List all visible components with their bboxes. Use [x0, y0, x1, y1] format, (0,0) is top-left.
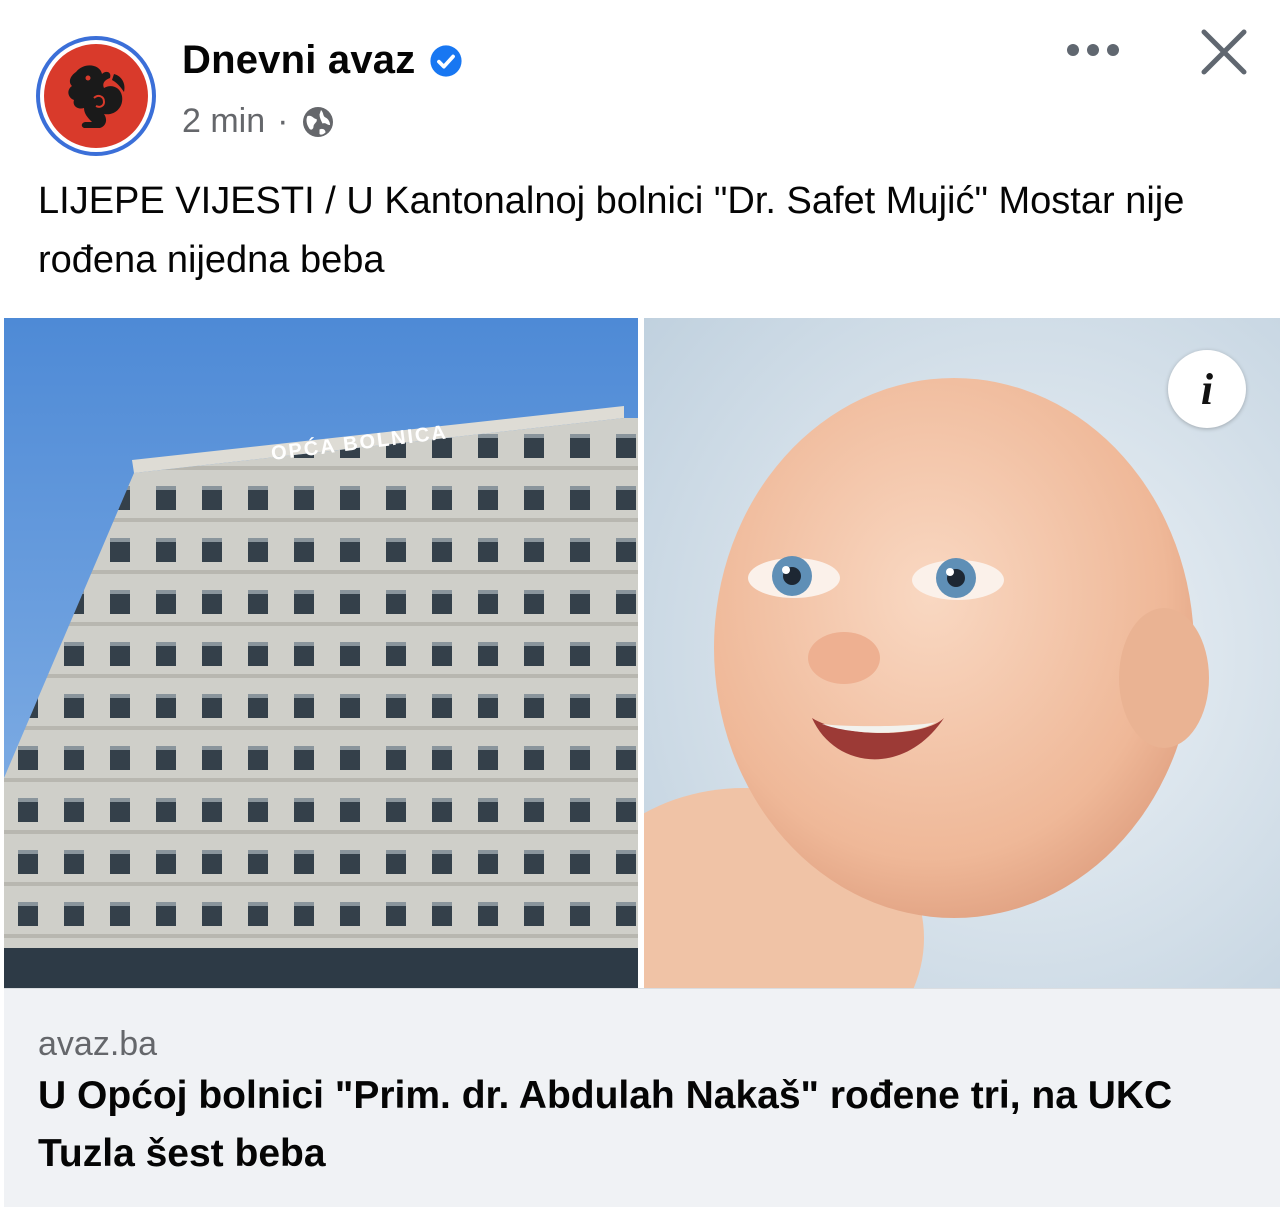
meta-separator: · [277, 102, 289, 140]
avaz-logo [44, 44, 148, 148]
page-name-label[interactable]: Dnevni avaz [182, 38, 415, 83]
hospital-photo[interactable]: OPĆA BOLNICA [4, 318, 638, 988]
page-avatar[interactable] [36, 36, 156, 156]
more-options-button[interactable] [1066, 30, 1120, 70]
link-preview-card[interactable]: avaz.ba U Općoj bolnici "Prim. dr. Abdul… [4, 988, 1280, 1207]
ad-info-button[interactable]: i [1168, 350, 1246, 428]
post-timestamp[interactable]: 2 min [182, 102, 265, 141]
verified-badge-icon [430, 44, 463, 77]
close-button[interactable] [1196, 24, 1252, 80]
link-title[interactable]: U Općoj bolnici "Prim. dr. Abdulah Nakaš… [38, 1067, 1248, 1183]
post-text: LIJEPE VIJESTI / U Kantonalnoj bolnici "… [38, 180, 1185, 281]
page-name[interactable]: Dnevni avaz [182, 38, 463, 83]
post-meta: 2 min · [182, 102, 336, 141]
squirrel-logo-icon [68, 65, 125, 128]
link-domain: avaz.ba [38, 1025, 158, 1063]
post-media[interactable]: OPĆA BOLNICA [4, 318, 1280, 988]
more-dots-icon [1067, 44, 1119, 56]
close-icon [1201, 29, 1247, 75]
globe-icon [303, 106, 334, 137]
hospital-building-image: OPĆA BOLNICA [4, 318, 638, 988]
